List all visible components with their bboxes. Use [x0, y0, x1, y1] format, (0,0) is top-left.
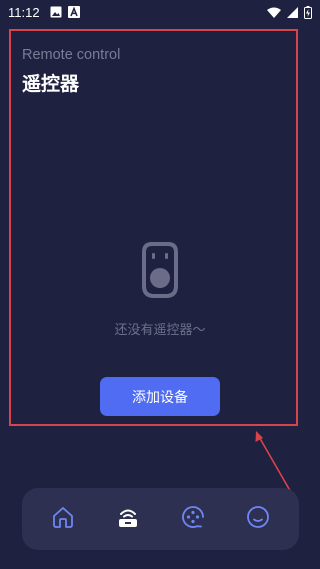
status-time: 11:12 — [8, 4, 40, 20]
page-title: 遥控器 — [22, 73, 80, 95]
wifi-icon — [267, 7, 281, 18]
battery-charging-icon — [304, 5, 312, 19]
status-left-icons — [50, 6, 80, 18]
smiley-icon — [246, 505, 270, 533]
image-icon — [50, 6, 62, 18]
nav-home[interactable] — [41, 497, 85, 541]
nav-remote[interactable] — [106, 497, 150, 541]
status-right-icons — [267, 5, 312, 19]
empty-state-message: 还没有遥控器～ — [114, 323, 206, 338]
nav-explore[interactable] — [171, 497, 215, 541]
remote-control-icon — [140, 242, 180, 302]
add-device-button[interactable]: 添加设备 — [100, 377, 220, 416]
bottom-nav — [22, 488, 299, 550]
status-bar: 11:12 — [0, 0, 320, 24]
page-subtitle: Remote control — [22, 47, 121, 63]
film-reel-icon — [181, 505, 205, 533]
signal-icon — [287, 6, 298, 18]
nav-profile[interactable] — [236, 497, 280, 541]
a-letter-icon — [67, 6, 80, 18]
home-icon — [51, 505, 75, 533]
screen: 11:12 Remote control 遥控器 还没有遥控器～ 添加设备 — [0, 0, 320, 569]
remote-icon — [116, 505, 140, 533]
